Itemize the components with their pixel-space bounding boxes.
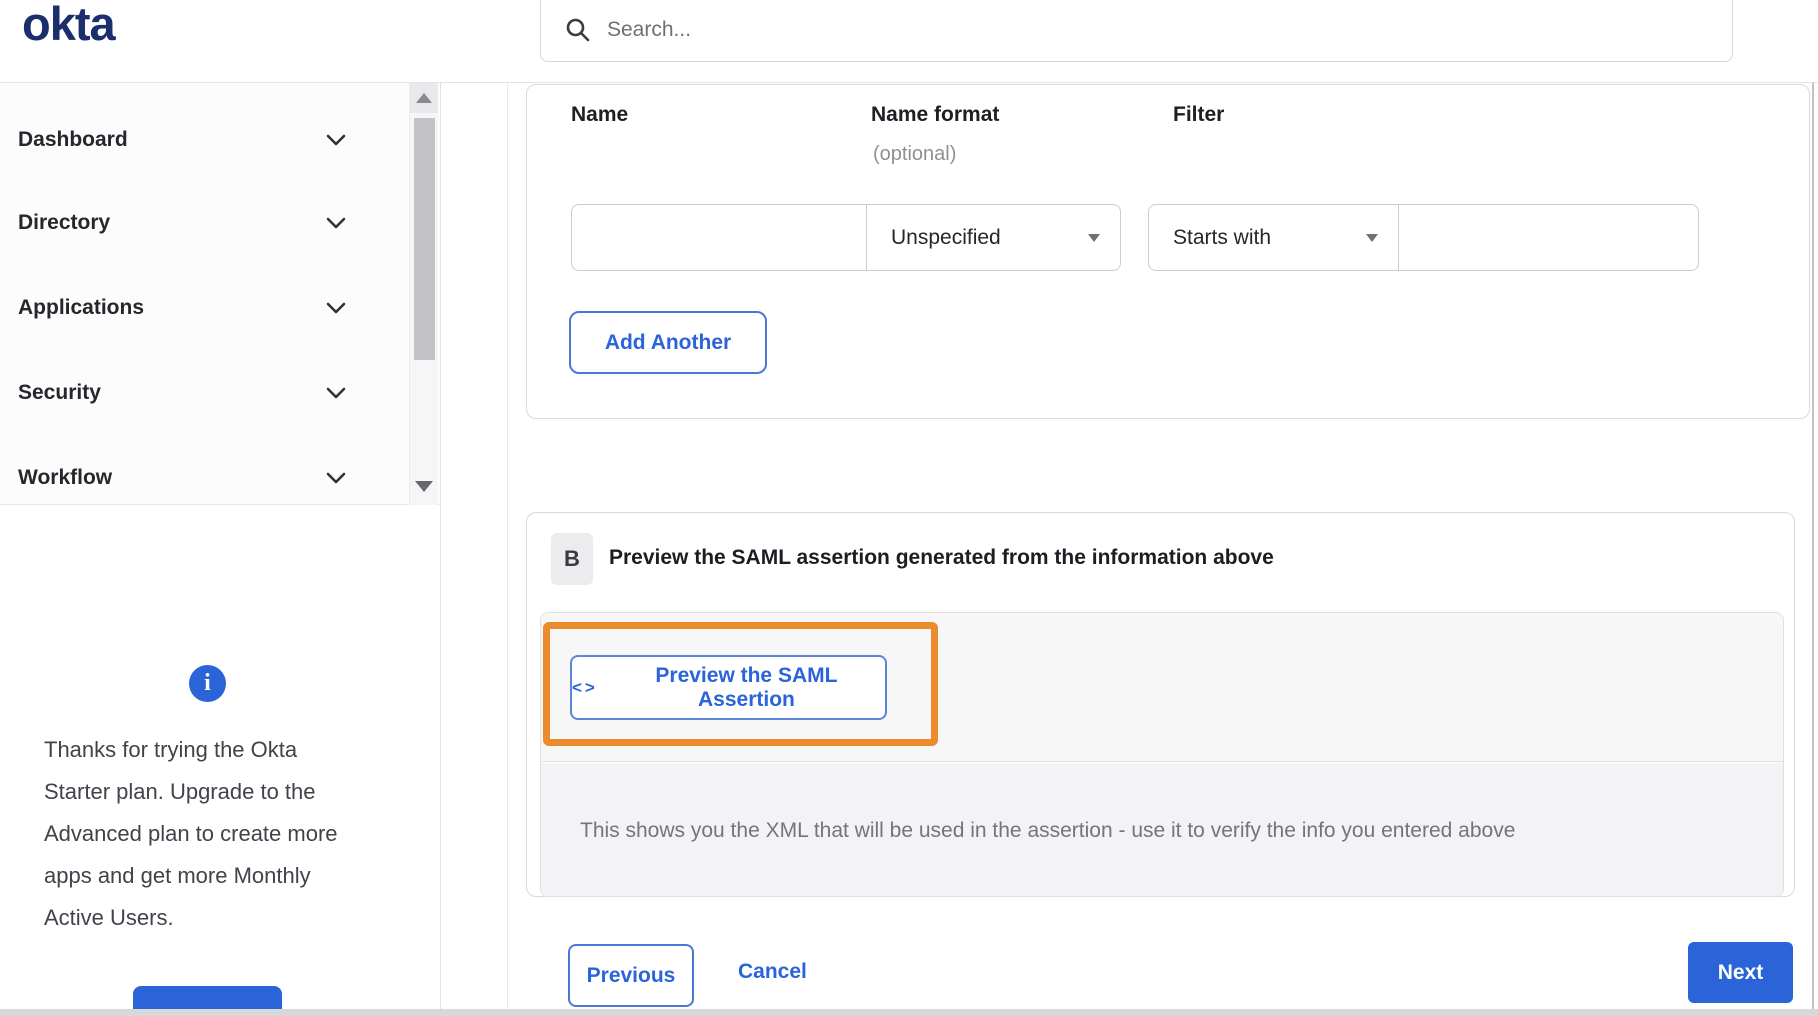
preview-box: <> Preview the SAML Assertion This shows… (540, 612, 1784, 897)
chevron-down-icon (326, 302, 346, 314)
step-b-badge: B (551, 533, 593, 585)
search-inner (541, 0, 1732, 61)
sidebar: Dashboard Directory Applications Securit… (0, 83, 441, 1016)
attribute-name-input[interactable] (571, 204, 867, 271)
name-format-hint: (optional) (873, 143, 957, 165)
sidebar-item-workflow[interactable]: Workflow (0, 454, 404, 502)
preview-heading: Preview the SAML assertion generated fro… (609, 546, 1274, 569)
search-input[interactable] (607, 18, 1657, 42)
promo-text: Thanks for trying the Okta Starter plan.… (44, 737, 338, 930)
filter-type-select[interactable]: Starts with (1148, 204, 1399, 271)
scrollbar-up-button[interactable] (410, 83, 438, 113)
sidebar-item-dashboard[interactable]: Dashboard (0, 116, 404, 164)
chevron-down-icon (326, 472, 346, 484)
attribute-statements-panel: Name Name format (optional) Filter Unspe… (526, 84, 1810, 419)
triangle-down-icon (415, 480, 433, 492)
code-brackets-icon: <> (572, 677, 598, 697)
name-format-value: Unspecified (891, 225, 1001, 249)
top-header: okta (0, 0, 1818, 83)
preview-saml-button-label: Preview the SAML Assertion (655, 663, 838, 711)
preview-box-help: This shows you the XML that will be used… (541, 763, 1783, 896)
okta-admin-page: okta Dashboard Directory Applications (0, 0, 1818, 1016)
sidebar-item-directory[interactable]: Directory (0, 199, 404, 247)
preview-box-top: <> Preview the SAML Assertion (541, 613, 1783, 762)
chevron-down-icon (326, 387, 346, 399)
sidebar-item-label: Applications (18, 296, 145, 319)
preview-saml-assertion-button[interactable]: <> Preview the SAML Assertion (570, 655, 887, 720)
name-format-select[interactable]: Unspecified (866, 204, 1121, 271)
sidebar-item-label: Directory (18, 211, 111, 234)
preview-saml-panel: B Preview the SAML assertion generated f… (526, 512, 1795, 897)
scrollbar-thumb[interactable] (414, 118, 435, 360)
filter-type-value: Starts with (1173, 225, 1272, 249)
add-another-button[interactable]: Add Another (569, 311, 767, 374)
scrollbar-down-button[interactable] (410, 475, 438, 497)
sidebar-nav-scroll-area: Dashboard Directory Applications Securit… (0, 83, 440, 505)
chevron-down-icon (326, 134, 346, 146)
name-label: Name (571, 103, 629, 126)
sidebar-item-label: Workflow (18, 466, 113, 489)
filter-label: Filter (1173, 103, 1225, 126)
sidebar-item-label: Dashboard (18, 128, 128, 151)
window-bottom-edge (0, 1009, 1818, 1016)
sidebar-item-security[interactable]: Security (0, 369, 404, 417)
info-icon: i (189, 665, 226, 702)
next-button[interactable]: Next (1688, 942, 1793, 1003)
preview-help-text: This shows you the XML that will be used… (580, 818, 1516, 842)
window-scrollbar-edge[interactable] (1812, 83, 1814, 1016)
cancel-link[interactable]: Cancel (738, 960, 807, 984)
chevron-down-icon (326, 217, 346, 229)
caret-down-icon (1366, 234, 1378, 242)
triangle-up-icon (416, 93, 432, 103)
search-icon (565, 17, 591, 43)
content-left-border (507, 83, 508, 1016)
sidebar-scrollbar[interactable] (409, 83, 438, 505)
sidebar-item-applications[interactable]: Applications (0, 284, 404, 332)
previous-button[interactable]: Previous (568, 944, 694, 1007)
name-format-label: Name format (871, 103, 1000, 126)
sidebar-item-label: Security (18, 381, 101, 404)
global-search[interactable] (540, 0, 1733, 62)
okta-logo: okta (22, 0, 116, 50)
filter-value-input[interactable] (1398, 204, 1699, 271)
caret-down-icon (1088, 234, 1100, 242)
